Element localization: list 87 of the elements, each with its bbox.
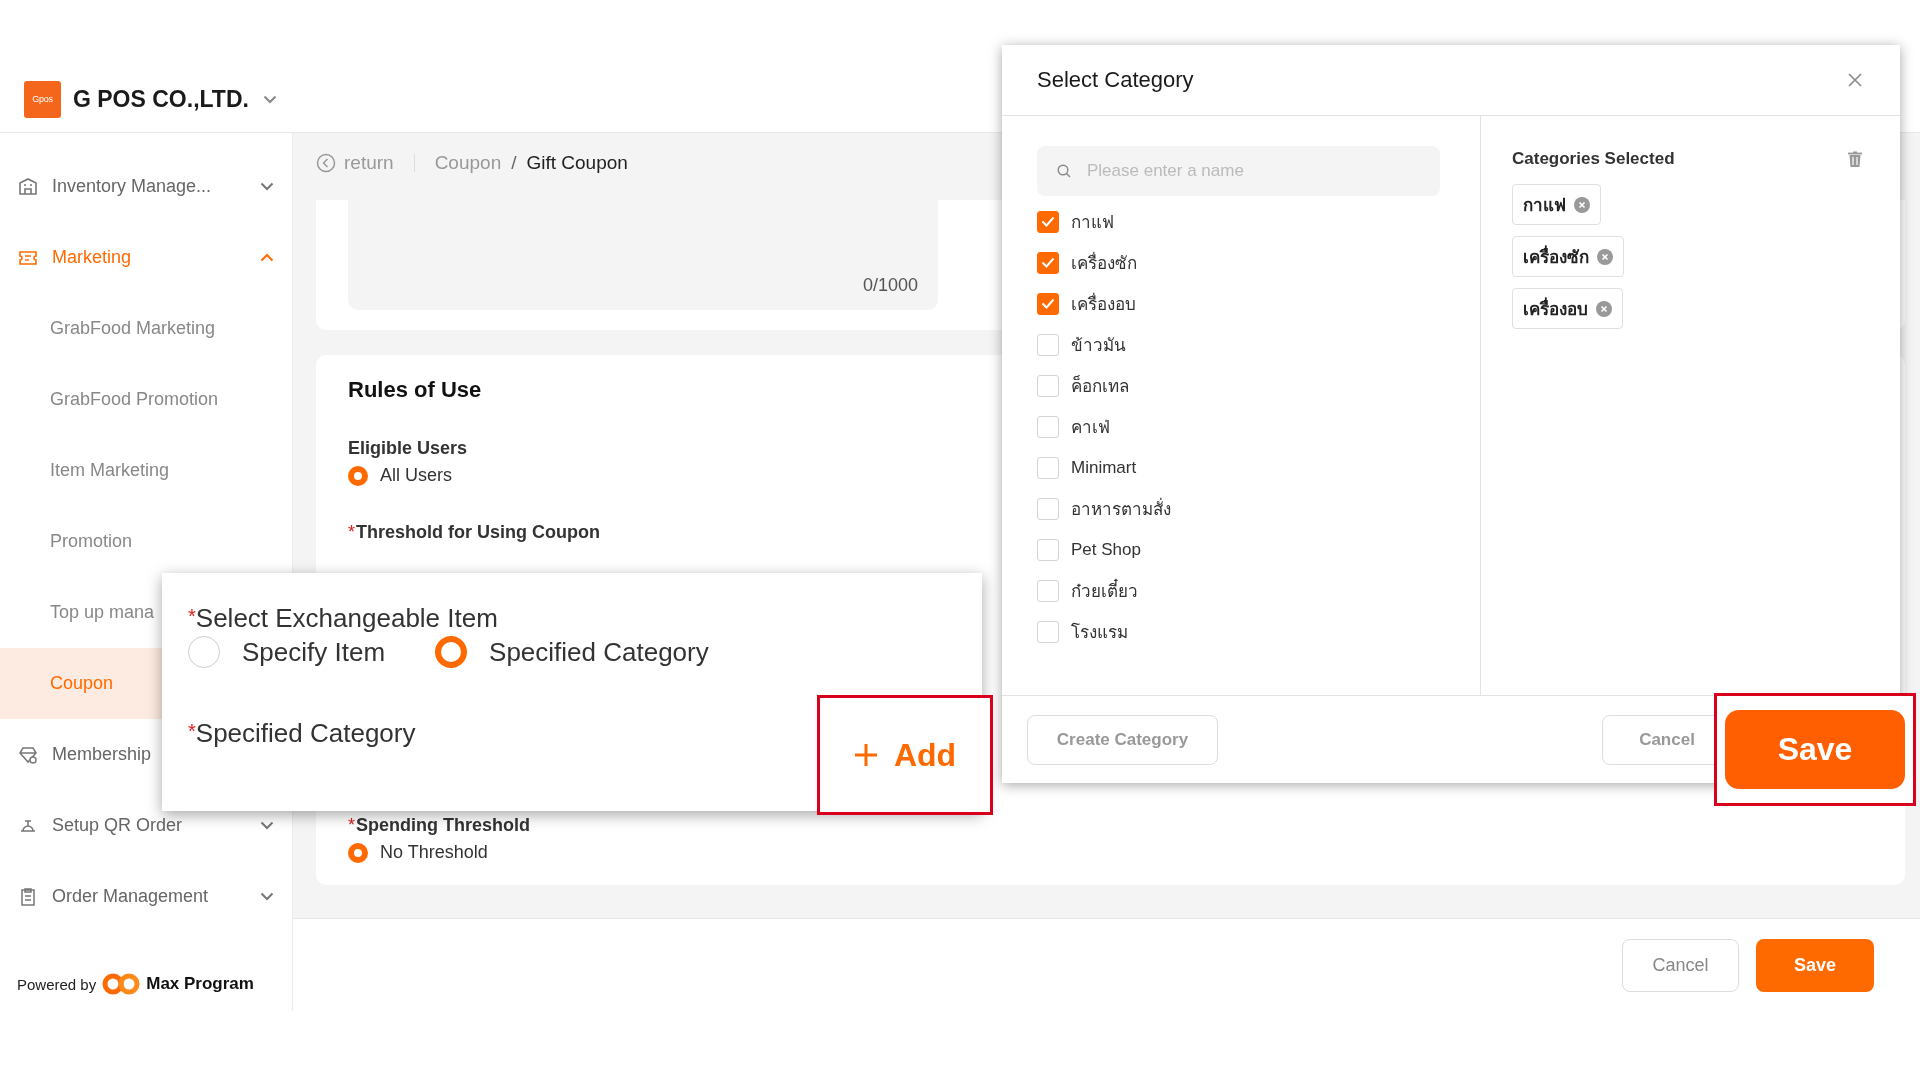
- checkbox-label: เครื่องซัก: [1071, 249, 1137, 276]
- checkbox[interactable]: [1037, 456, 1059, 479]
- trash-icon: [1848, 151, 1862, 167]
- chevron-down-icon: [260, 182, 274, 191]
- checkbox[interactable]: [1037, 620, 1059, 643]
- menu-item[interactable]: Item Marketing: [0, 435, 292, 506]
- infinity-logo-icon: [102, 971, 141, 997]
- radio-button[interactable]: [188, 636, 220, 668]
- character-counter: 0/1000: [862, 275, 918, 296]
- radio-label: Specified Category: [489, 636, 709, 668]
- breadcrumb-link[interactable]: Coupon: [434, 151, 502, 174]
- checkbox-label: อาหารตามสั่ง: [1071, 495, 1171, 522]
- building-icon: [18, 176, 38, 197]
- field-label: Eligible Users: [348, 438, 468, 459]
- checkbox[interactable]: [1037, 497, 1059, 520]
- search-field[interactable]: Please enter a name: [1085, 160, 1419, 182]
- search-box[interactable]: Please enter a name: [1037, 146, 1440, 196]
- diamond-icon: [18, 744, 38, 765]
- radio-label: No Threshold: [380, 842, 488, 863]
- save-button[interactable]: Save: [1756, 938, 1874, 992]
- checkbox[interactable]: [1037, 538, 1059, 561]
- search-icon: [1057, 164, 1071, 178]
- checkmark-icon: [1041, 298, 1055, 309]
- remove-circle-icon: [1596, 300, 1612, 317]
- checkbox-label: ค็อกเทล: [1071, 374, 1129, 398]
- field-label: *Threshold for Using Coupon: [348, 522, 600, 543]
- chevron-up-icon: [260, 253, 274, 262]
- chevron-down-icon: [260, 892, 274, 901]
- menu-item[interactable]: GrabFood Marketing: [0, 293, 292, 364]
- menu-group[interactable]: Setup QR Order: [0, 790, 292, 861]
- chevron-down-icon: [262, 94, 277, 104]
- plus-icon: [853, 743, 878, 767]
- close-icon: [1848, 73, 1862, 87]
- remove-circle-icon: [1597, 248, 1613, 265]
- back-circle-icon: [316, 152, 336, 173]
- checkbox[interactable]: [1037, 415, 1059, 438]
- menu-group[interactable]: Order Management: [0, 861, 292, 932]
- cancel-button[interactable]: Cancel: [1622, 938, 1739, 992]
- radio-button[interactable]: [348, 842, 368, 863]
- add-button[interactable]: Add: [847, 730, 963, 780]
- save-button[interactable]: Save: [1725, 710, 1905, 789]
- checkbox[interactable]: [1037, 292, 1059, 315]
- breadcrumb-current: Gift Coupon: [526, 151, 628, 174]
- category-tag: กาแฟ: [1512, 184, 1601, 225]
- checkbox-label: โรงแรม: [1071, 621, 1128, 644]
- checkbox-label: ข้าวมัน: [1071, 335, 1126, 357]
- radio-button[interactable]: [435, 636, 468, 668]
- menu-item[interactable]: Promotion: [0, 506, 292, 577]
- field-label: *Spending Threshold: [348, 815, 530, 836]
- checkbox[interactable]: [1037, 333, 1059, 356]
- field-label: $^{*}$Specified Category: [188, 718, 416, 749]
- description-field[interactable]: 0/1000: [348, 200, 938, 310]
- menu-group[interactable]: Inventory Manage...: [0, 151, 292, 222]
- checkbox-label: เครื่องอบ: [1071, 290, 1136, 317]
- breadcrumb-separator: /: [511, 151, 517, 174]
- dialog-title: Select Category: [1037, 67, 1194, 93]
- clipboard-icon: [18, 886, 38, 907]
- return-link[interactable]: return: [316, 151, 394, 174]
- checkbox[interactable]: [1037, 210, 1059, 233]
- category-tag: เครื่องซัก: [1512, 236, 1624, 277]
- checkbox[interactable]: [1037, 251, 1059, 274]
- radio-button[interactable]: [348, 465, 368, 486]
- section-title: Rules of Use: [348, 377, 482, 403]
- menu-group[interactable]: Marketing: [0, 222, 292, 293]
- close-button[interactable]: [1848, 73, 1862, 87]
- remove-circle-icon: [1574, 196, 1590, 213]
- checkbox[interactable]: [1037, 374, 1059, 397]
- chevron-down-icon: [260, 821, 274, 830]
- checkbox-label: กาแฟ: [1071, 212, 1114, 234]
- radio-label: All Users: [380, 465, 452, 486]
- checkbox-label: คาเฟ่: [1071, 417, 1110, 439]
- checkbox-label: Minimart: [1071, 457, 1137, 478]
- field-label: $^{*}$Select Exchangeable Item: [188, 603, 498, 634]
- company-logo: Gpos: [24, 80, 61, 118]
- checkbox[interactable]: [1037, 579, 1059, 602]
- brand-name: Max Program: [146, 974, 254, 994]
- checkbox-label: Pet Shop: [1071, 539, 1141, 560]
- selected-title: Categories Selected: [1512, 149, 1675, 169]
- checkmark-icon: [1041, 257, 1055, 268]
- checkbox-label: ก๋วยเตี๋ยว: [1071, 577, 1138, 604]
- checkmark-icon: [1041, 216, 1055, 227]
- powered-by-label: Powered by: [17, 975, 97, 993]
- menu-item[interactable]: GrabFood Promotion: [0, 364, 292, 435]
- company-name: G POS CO.,LTD.: [73, 85, 249, 113]
- create-category-button[interactable]: Create Category: [1027, 714, 1218, 765]
- category-tag: เครื่องอบ: [1512, 288, 1623, 329]
- clear-all-button[interactable]: [1848, 151, 1862, 167]
